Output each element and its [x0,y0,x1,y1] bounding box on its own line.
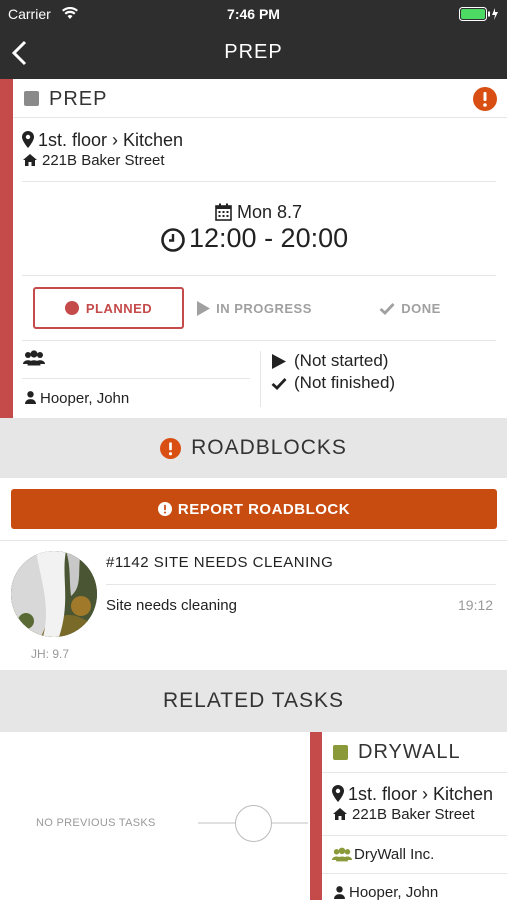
task-color-square-icon [24,91,39,106]
alert-icon [160,437,182,459]
status-planned-label: PLANNED [85,300,153,316]
roadblock-author: JH: 9.7 [31,647,70,661]
map-marker-icon [332,785,344,802]
task-accent-bar [0,79,13,418]
calendar-icon [215,203,232,221]
report-roadblock-button[interactable]: REPORT ROADBLOCK [11,489,497,529]
task-location: 1st. floor › Kitchen [38,130,184,150]
roadblocks-title: ROADBLOCKS [191,436,347,459]
nav-title: PREP [224,41,283,63]
divider [322,873,507,874]
check-icon [271,377,287,390]
task-time-range: 12:00 - 20:00 [189,223,349,253]
current-task-node [235,805,272,842]
clock-time: 7:46 PM [227,6,280,22]
task-date: Mon 8.7 [237,202,303,222]
check-icon [379,302,395,315]
next-task-card[interactable]: DRYWALL 1st. floor › Kitchen 221B Baker … [310,732,507,901]
alert-icon[interactable] [473,87,497,111]
status-done-button[interactable]: DONE [370,287,450,329]
next-task-color-square-icon [333,745,348,760]
status-done-label: DONE [401,300,441,316]
next-task-assignee: Hooper, John [349,884,439,901]
related-tasks-title: RELATED TASKS [162,689,345,712]
status-bar: Carrier 7:46 PM [0,0,507,28]
next-task-name: DRYWALL [358,741,461,763]
next-task-company: DryWall Inc. [354,846,435,863]
task-assignee: Hooper, John [40,390,130,407]
next-task-address: 221B Baker Street [352,806,475,823]
clock-icon [161,228,185,252]
next-task-accent-bar [310,732,322,900]
task-finished-status: (Not finished) [294,373,396,392]
status-planned-button[interactable]: PLANNED [33,287,184,329]
task-address: 221B Baker Street [42,152,165,169]
report-roadblock-label: REPORT ROADBLOCK [177,500,351,518]
no-previous-tasks-label: NO PREVIOUS TASKS [36,817,156,829]
roadblock-text: Site needs cleaning [106,597,237,614]
related-tasks-header: RELATED TASKS [0,670,507,732]
alert-icon [157,502,172,516]
group-icon [332,847,352,862]
status-in-progress-label: IN PROGRESS [216,300,312,316]
status-in-progress-button[interactable]: IN PROGRESS [192,287,317,329]
roadblock-list-item[interactable]: JH: 9.7 #1142 SITE NEEDS CLEANING Site n… [0,541,507,670]
task-started-status: (Not started) [294,351,389,370]
home-icon [23,154,37,166]
task-name: PREP [49,88,108,110]
map-marker-icon [22,131,34,148]
divider [13,117,507,118]
next-task-location: 1st. floor › Kitchen [348,784,494,804]
battery-icon [459,7,499,21]
divider [22,181,496,182]
divider [322,772,507,773]
divider [22,275,496,276]
divider [22,340,496,341]
vertical-divider [260,351,261,407]
group-icon [23,350,45,366]
divider [22,378,250,379]
roadblock-photo[interactable] [11,551,97,637]
divider [106,584,496,585]
navigation-bar: PREP [0,28,507,79]
play-icon [197,300,211,316]
play-icon [272,354,286,369]
user-icon [334,886,345,899]
roadblock-title: #1142 SITE NEEDS CLEANING [106,554,334,571]
planned-dot-icon [64,301,79,315]
roadblock-time: 19:12 [458,597,494,613]
home-icon [333,808,347,820]
roadblocks-header: ROADBLOCKS [0,418,507,478]
task-card: PREP 1st. floor › Kitchen 221B Baker Str… [0,79,507,418]
divider [322,835,507,836]
user-icon [25,391,36,404]
